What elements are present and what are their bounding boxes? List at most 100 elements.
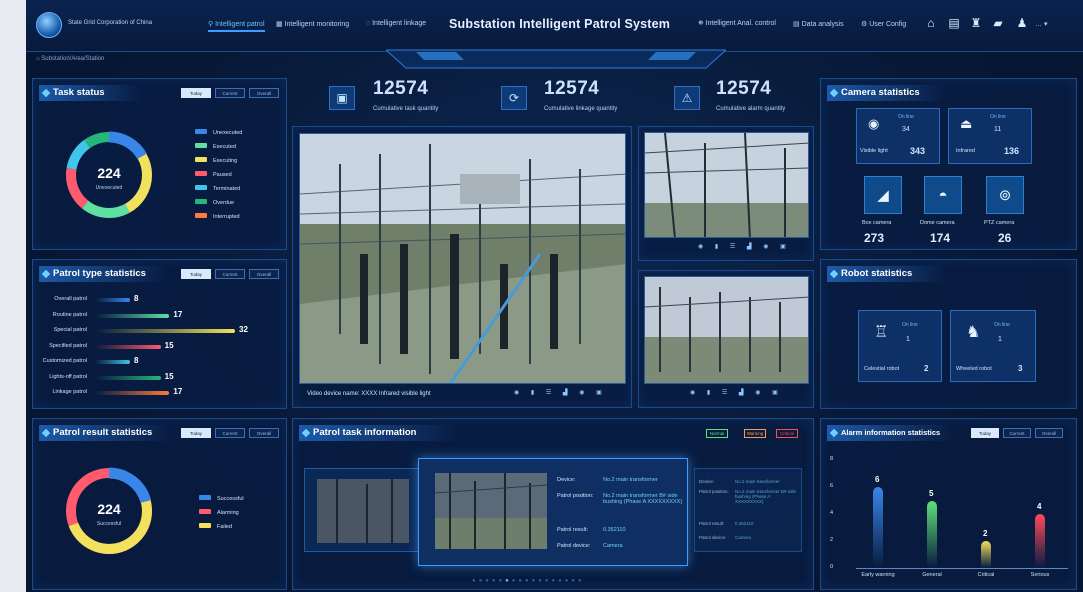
visible-total: 343 bbox=[910, 146, 926, 156]
tab-current[interactable]: Current bbox=[215, 428, 245, 438]
ptz-camera-value: 26 bbox=[998, 231, 1012, 245]
legend-swatch bbox=[195, 157, 207, 162]
system-title: Substation Intelligent Patrol System bbox=[449, 17, 671, 31]
task-thumb-image bbox=[317, 479, 409, 543]
org-name: State Grid Corporation of China bbox=[68, 20, 153, 26]
kpi-linkage-label: Cumulative linkage quantity bbox=[544, 106, 618, 112]
carousel-dots[interactable]: ●●●●●●●●●●●●●●●●● bbox=[472, 578, 585, 584]
y-tick-label: 2 bbox=[830, 537, 834, 543]
visible-online-label: On line bbox=[898, 114, 914, 120]
alarm-bar bbox=[981, 541, 991, 568]
patrol-type-panel: Patrol type statistics Today Current Ove… bbox=[32, 259, 287, 409]
filter-normal[interactable]: Normal bbox=[706, 429, 728, 438]
folder-icon[interactable]: ▰ bbox=[992, 16, 1004, 30]
detail2-device-value: No.2 main transformer bbox=[735, 479, 780, 484]
tab-today[interactable]: Today bbox=[971, 428, 999, 438]
bar-label: Customized patrol bbox=[42, 358, 87, 364]
user-name[interactable]: … ▾ bbox=[1035, 20, 1047, 28]
celestial-label: Celestial robot bbox=[864, 366, 900, 372]
bar-data-label: 4 bbox=[1037, 502, 1042, 511]
task-card-active[interactable]: Device: No.2 main transformer Patrol pos… bbox=[418, 458, 688, 566]
nav-intelligent-linkage[interactable]: ◌ Intelligent linkage bbox=[366, 20, 426, 27]
video-controls[interactable]: ◉ ▮ ☰ ▟ ◉ ▣ bbox=[690, 389, 783, 396]
legend-item: Failed bbox=[199, 523, 232, 530]
task-card-next[interactable]: Device: No.2 main transformer Patrol pos… bbox=[694, 468, 802, 552]
video-controls[interactable]: ◉ ▮ ☰ ▟ ◉ ▣ bbox=[514, 389, 607, 396]
legend-item: Overdue bbox=[195, 199, 234, 206]
detail-device2-value: Camera bbox=[603, 543, 623, 549]
detail-device-value: No.2 main transformer bbox=[603, 477, 658, 483]
legend-label: Unexecuted bbox=[213, 130, 243, 136]
bar bbox=[95, 344, 161, 349]
celestial-online-value: 1 bbox=[906, 336, 910, 343]
visible-label: Visible light bbox=[860, 148, 888, 154]
ptz-camera-label: PTZ camera bbox=[984, 220, 1015, 226]
tab-today[interactable]: Today bbox=[181, 428, 211, 438]
ptz-camera-icon: ⊚ bbox=[986, 176, 1024, 214]
infrared-label: Infrared bbox=[956, 148, 975, 154]
video-controls[interactable]: ◉ ▮ ☰ ▟ ◉ ▣ bbox=[698, 243, 791, 250]
legend-label: Executed bbox=[213, 144, 236, 150]
box-camera-value: 273 bbox=[864, 231, 885, 245]
user-icon[interactable]: ♟ bbox=[1016, 16, 1028, 30]
tab-today[interactable]: Today bbox=[181, 269, 211, 279]
tab-today[interactable]: Today bbox=[181, 88, 211, 98]
nav-user-config[interactable]: ⚙ User Config bbox=[861, 20, 906, 28]
document-icon[interactable]: ▤ bbox=[948, 16, 960, 30]
dome-camera-label: Dome camera bbox=[920, 220, 955, 226]
panel-title: Patrol task information bbox=[299, 425, 459, 441]
tab-current[interactable]: Current bbox=[1003, 428, 1031, 438]
home-icon[interactable]: ⌂ bbox=[925, 16, 937, 30]
legend-item: Alarming bbox=[199, 509, 239, 516]
nav-intelligent-analysis[interactable]: ⛯ Intelligent Anal. control bbox=[698, 20, 776, 28]
infrared-online-label: On line bbox=[990, 114, 1006, 120]
detail2-position-key: Patrol position: bbox=[699, 489, 729, 494]
breadcrumb[interactable]: ⌂ Substation/Area/Station bbox=[36, 56, 104, 62]
bar-data-label: 2 bbox=[983, 529, 988, 538]
detail-device-key: Device: bbox=[557, 477, 576, 483]
panel-title: Task status bbox=[39, 85, 143, 101]
kpi-alarm-value: 12574 bbox=[716, 78, 772, 99]
celestial-total: 2 bbox=[924, 364, 929, 373]
legend-label: Overdue bbox=[213, 200, 235, 206]
bar bbox=[95, 391, 170, 395]
header-decoration bbox=[386, 49, 726, 69]
legend-swatch bbox=[195, 129, 207, 134]
legend-item: Paused bbox=[195, 171, 232, 178]
tab-overall[interactable]: Overall bbox=[249, 269, 279, 279]
substation-scene-image bbox=[645, 277, 808, 383]
bar bbox=[95, 329, 235, 333]
tab-current[interactable]: Current bbox=[215, 269, 245, 279]
patrol-result-panel: Patrol result statistics Today Current O… bbox=[32, 418, 287, 590]
video-feed-3[interactable] bbox=[644, 276, 809, 384]
detail2-device2-value: Camera bbox=[735, 535, 752, 540]
app-window: State Grid Corporation of China ⚲ Intell… bbox=[26, 0, 1083, 592]
substation-scene-image bbox=[645, 133, 808, 237]
nav-data-analysis[interactable]: ▤ Data analysis bbox=[793, 20, 844, 28]
kpi-task-value: 12574 bbox=[373, 78, 429, 99]
bar-value: 15 bbox=[164, 340, 174, 350]
alarm-bar bbox=[873, 487, 883, 568]
tab-overall[interactable]: Overall bbox=[1035, 428, 1063, 438]
video-feed-2[interactable] bbox=[644, 132, 809, 238]
legend-item: Executed bbox=[195, 143, 236, 150]
bar-value: 17 bbox=[173, 309, 183, 319]
nav-intelligent-patrol[interactable]: ⚲ Intelligent patrol bbox=[208, 20, 265, 32]
tab-overall[interactable]: Overall bbox=[249, 428, 279, 438]
tab-overall[interactable]: Overall bbox=[249, 88, 279, 98]
main-video-feed[interactable] bbox=[299, 133, 626, 384]
panel-title: Patrol result statistics bbox=[39, 425, 173, 441]
detail2-position-value: No.2 main transformer B# side bushing (P… bbox=[735, 489, 797, 504]
filter-warning[interactable]: Warning bbox=[744, 429, 766, 438]
task-card-prev[interactable] bbox=[304, 468, 424, 552]
tab-current[interactable]: Current bbox=[215, 88, 245, 98]
nav-intelligent-monitoring[interactable]: ▦ Intelligent monitoring bbox=[276, 20, 349, 28]
alarm-bar bbox=[927, 500, 937, 568]
robot-icon[interactable]: ♜ bbox=[970, 16, 982, 30]
infrared-online-value: 11 bbox=[994, 126, 1002, 133]
video-caption: Video device name: XXXX Infrared visible… bbox=[307, 391, 431, 397]
filter-critical[interactable]: Critical bbox=[776, 429, 798, 438]
legend-item: Successful bbox=[199, 495, 244, 502]
detail-result-key: Patrol result: bbox=[557, 527, 588, 533]
legend-swatch bbox=[195, 171, 207, 176]
